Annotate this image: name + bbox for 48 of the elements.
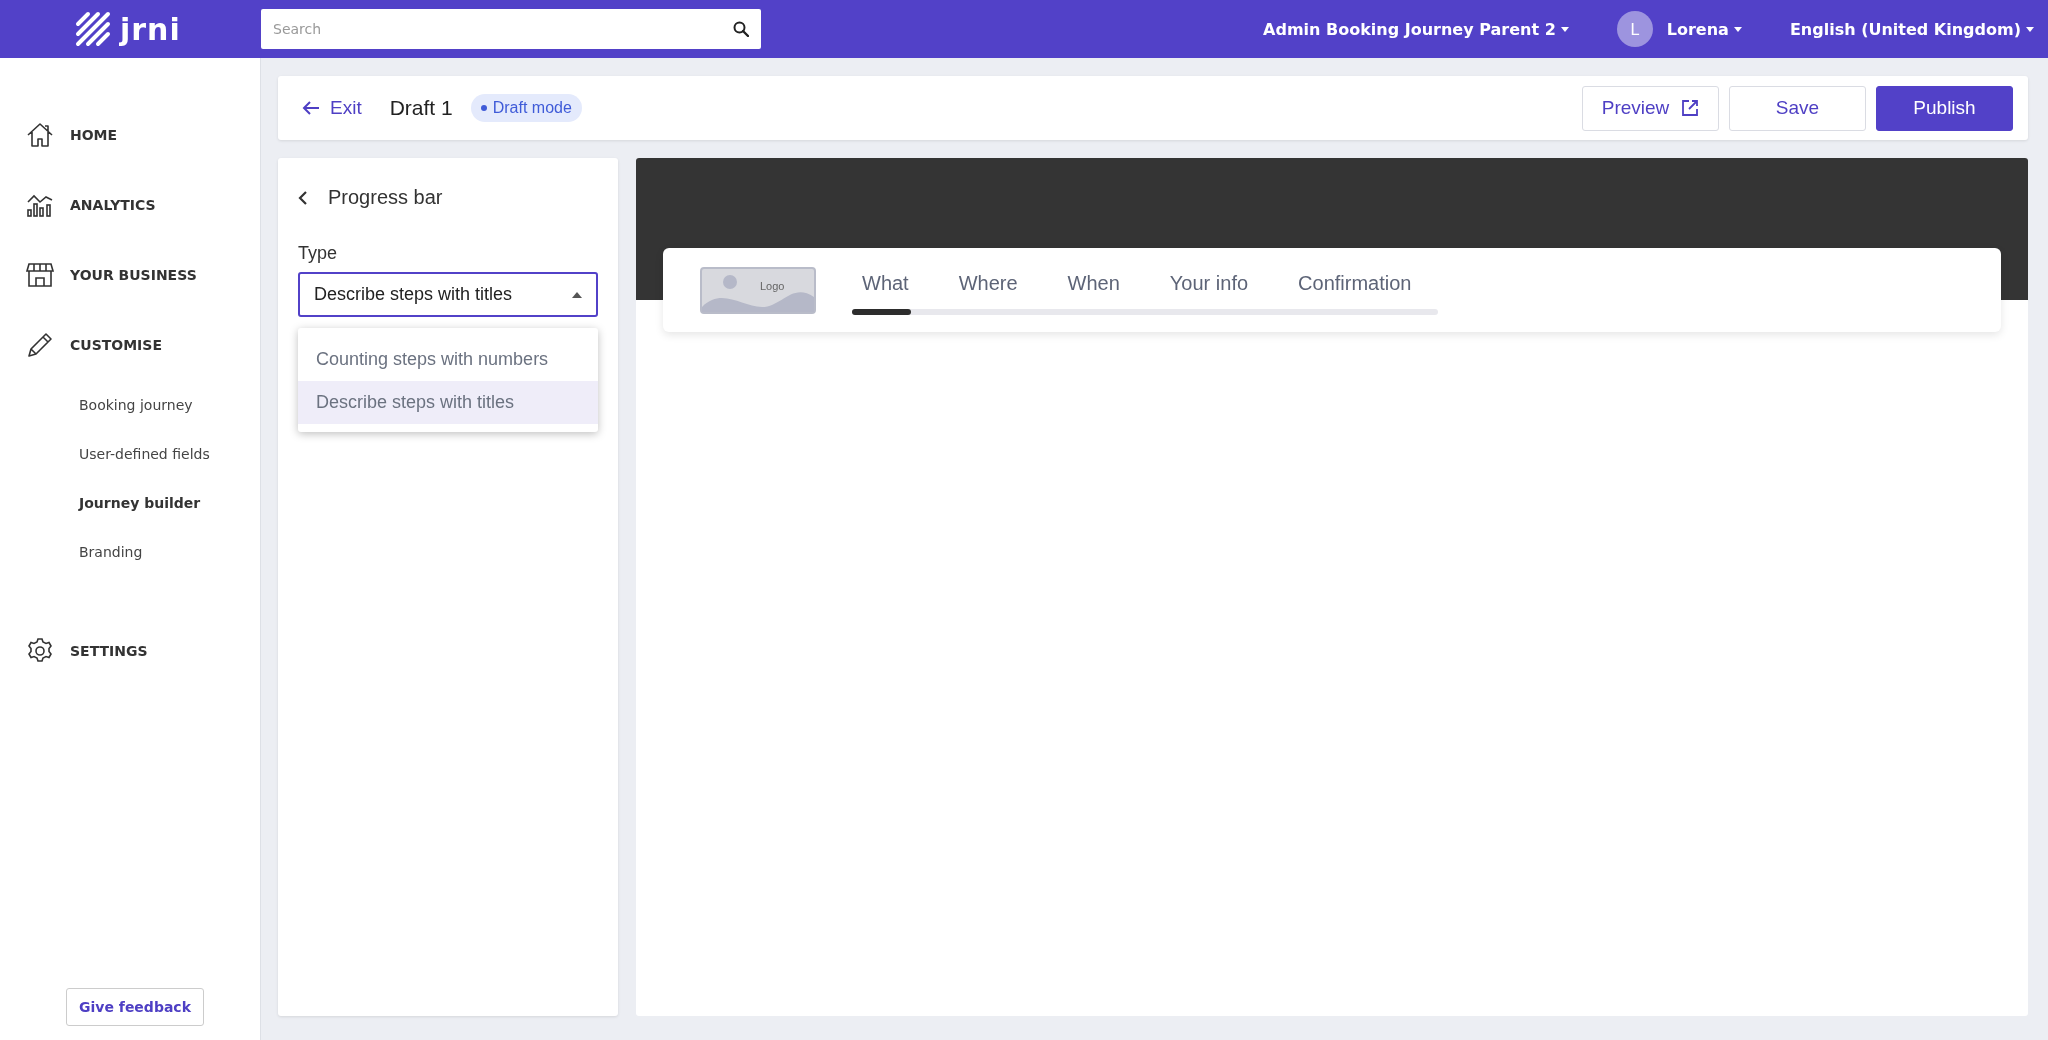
account-dropdown[interactable]: Admin Booking Journey Parent 2	[1263, 19, 1569, 39]
sidebar-subitem[interactable]: User-defined fields	[0, 429, 260, 478]
sidebar-item[interactable]: HOME	[0, 100, 260, 170]
field-label: Type	[298, 243, 339, 264]
sidebar-subitem[interactable]: Booking journey	[0, 380, 260, 429]
sidebar-subitem[interactable]: Journey builder	[0, 478, 260, 527]
striped-logo-icon	[74, 10, 112, 48]
user-dropdown[interactable]: Lorena	[1666, 19, 1742, 39]
analytics-chart-icon	[26, 192, 54, 218]
sidebar-subitem[interactable]: Branding	[0, 527, 260, 576]
dropdown-option[interactable]: Counting steps with numbers	[298, 338, 598, 381]
arrow-left-icon	[302, 100, 320, 116]
give-feedback-button[interactable]: Give feedback	[66, 988, 204, 1026]
external-link-icon	[1681, 99, 1700, 117]
language-dropdown[interactable]: English (United Kingdom)	[1789, 19, 2034, 39]
caret-icon	[2026, 26, 2034, 32]
pencil-icon	[26, 332, 54, 358]
caret-icon	[1560, 26, 1569, 32]
search-icon	[733, 21, 749, 37]
exit-link[interactable]: Exit	[302, 97, 362, 119]
caret-icon	[1733, 26, 1742, 32]
save-button[interactable]: Save	[1729, 85, 1866, 131]
step-title: Where	[958, 271, 1018, 295]
step-title: What	[862, 271, 909, 295]
logo-label: Logo	[760, 280, 785, 292]
publish-button[interactable]: Publish	[1876, 85, 2013, 131]
step-title: Your info	[1169, 271, 1249, 295]
image-placeholder-icon	[700, 266, 816, 314]
back-button[interactable]: Progress bar	[298, 186, 598, 209]
sidebar-item[interactable]: YOUR BUSINESS	[0, 240, 260, 310]
step-title: Confirmation	[1298, 271, 1412, 295]
logo-text: jrni	[120, 11, 181, 47]
type-select[interactable]: Describe steps with titles	[298, 272, 598, 317]
sidebar-item[interactable]: SETTINGS	[0, 616, 260, 686]
home-icon	[26, 122, 54, 148]
chevron-left-icon	[298, 189, 308, 206]
draft-mode-badge: Draft mode	[470, 94, 582, 122]
sidebar-item[interactable]: CUSTOMISE	[0, 310, 260, 380]
step-title: When	[1067, 271, 1120, 295]
search-field[interactable]: Search	[261, 9, 761, 49]
settings-icon	[26, 638, 54, 664]
dropdown-option[interactable]: Describe steps with titles	[298, 381, 598, 424]
storefront-icon	[26, 262, 54, 288]
sidebar-item[interactable]: ANALYTICS	[0, 170, 260, 240]
draft-title: Draft 1	[389, 96, 453, 120]
avatar: L	[1616, 11, 1653, 47]
preview-button[interactable]: Preview	[1582, 85, 1719, 131]
caret-icon	[572, 291, 582, 298]
